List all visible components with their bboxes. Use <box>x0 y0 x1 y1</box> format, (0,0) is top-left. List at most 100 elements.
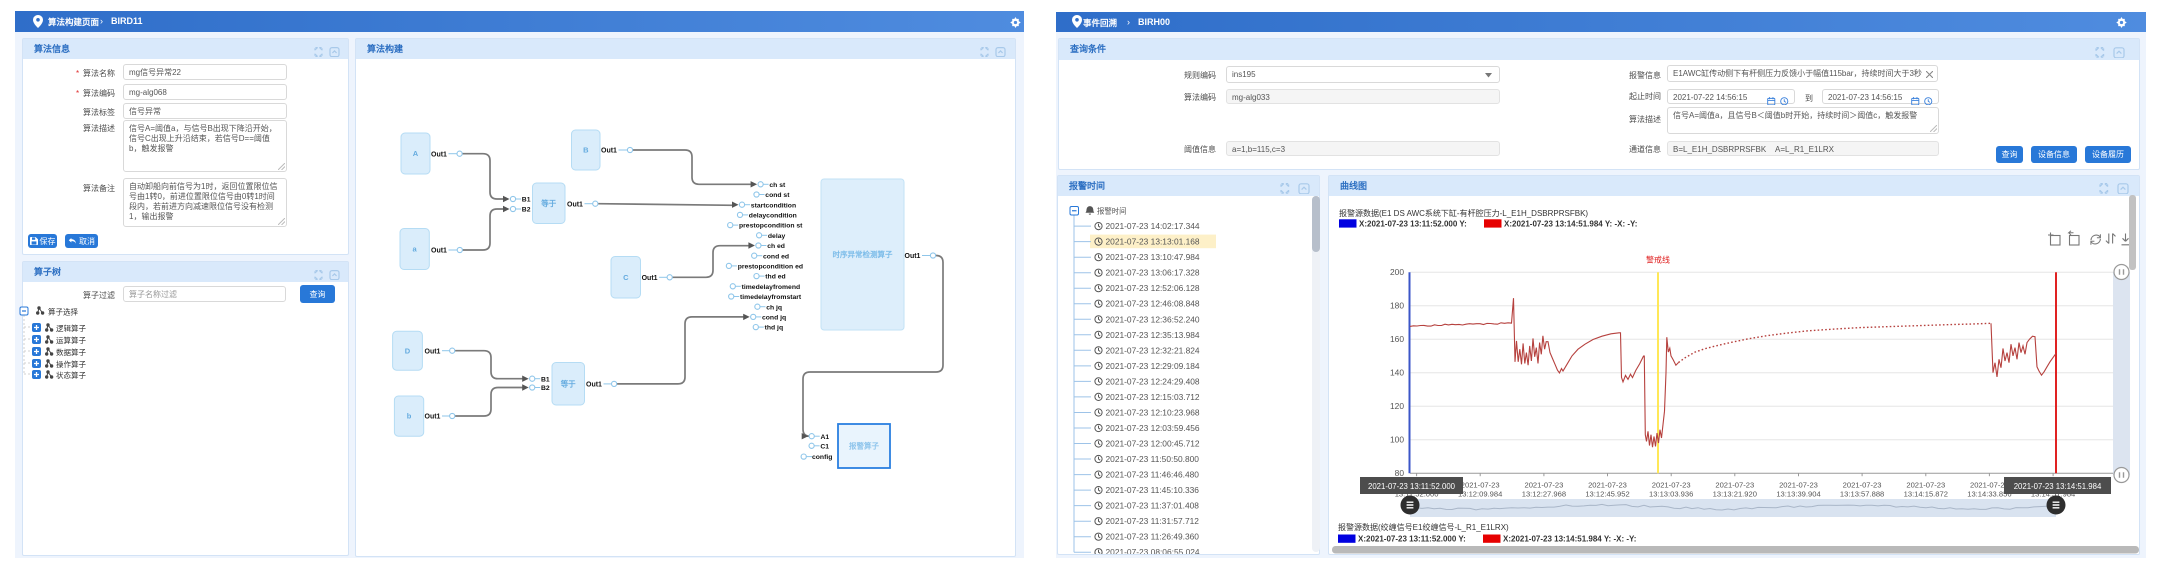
svg-text:13:13:21.920: 13:13:21.920 <box>1713 490 1757 499</box>
svg-text:Out1: Out1 <box>905 253 921 260</box>
svg-text:Out1: Out1 <box>431 151 447 158</box>
svg-text:13:12:27.968: 13:12:27.968 <box>1522 490 1566 499</box>
svg-text:2021-07-23 13:10:47.984: 2021-07-23 13:10:47.984 <box>1106 252 1200 262</box>
svg-text:B: B <box>583 146 589 155</box>
svg-text:状态算子: 状态算子 <box>56 370 86 380</box>
svg-text:100: 100 <box>1390 435 1404 445</box>
svg-text:13:12:45.952: 13:12:45.952 <box>1585 490 1629 499</box>
svg-text:delaycondition: delaycondition <box>749 213 797 220</box>
svg-text:2021-07-23: 2021-07-23 <box>1779 481 1818 490</box>
svg-text:13:14:15.872: 13:14:15.872 <box>1904 490 1948 499</box>
svg-text:Out1: Out1 <box>642 275 658 282</box>
svg-text:操作算子: 操作算子 <box>56 359 86 369</box>
svg-text:Out1: Out1 <box>425 414 441 421</box>
svg-text:C: C <box>623 273 629 282</box>
svg-text:X:2021-07-23 13:14:51.984 Y:: X:2021-07-23 13:14:51.984 Y: -X: -Y: <box>1503 535 1636 544</box>
svg-text:2021-07-23 11:45:10.336: 2021-07-23 11:45:10.336 <box>1106 485 1200 495</box>
svg-text:B2: B2 <box>522 207 531 214</box>
svg-text:数据算子: 数据算子 <box>56 347 86 357</box>
svg-text:2021-07-23: 2021-07-23 <box>1843 481 1882 490</box>
svg-text:报警源数据(绞缠信号E1绞缠信号-L_R1_E1LRX): 报警源数据(绞缠信号E1绞缠信号-L_R1_E1LRX) <box>1338 522 1509 532</box>
svg-text:160: 160 <box>1390 334 1404 344</box>
svg-text:config: config <box>812 454 832 461</box>
svg-text:2021-07-23 11:50:50.800: 2021-07-23 11:50:50.800 <box>1106 454 1200 464</box>
svg-text:delay: delay <box>768 233 786 240</box>
svg-text:2021-07-23: 2021-07-23 <box>1461 481 1500 490</box>
svg-text:13:13:03.936: 13:13:03.936 <box>1649 490 1693 499</box>
svg-text:200: 200 <box>1390 267 1404 277</box>
svg-text:ch st: ch st <box>769 182 786 189</box>
svg-text:2021-07-23: 2021-07-23 <box>1715 481 1754 490</box>
svg-text:13:13:57.888: 13:13:57.888 <box>1840 490 1884 499</box>
svg-text:2021-07-23: 2021-07-23 <box>1652 481 1691 490</box>
svg-text:2021-07-23 13:06:17.328: 2021-07-23 13:06:17.328 <box>1106 268 1200 278</box>
svg-text:2021-07-23 11:37:01.408: 2021-07-23 11:37:01.408 <box>1106 501 1200 511</box>
svg-text:2021-07-23 12:32:21.824: 2021-07-23 12:32:21.824 <box>1106 345 1200 355</box>
svg-text:算子选择: 算子选择 <box>48 307 78 317</box>
svg-text:ch ed: ch ed <box>767 243 785 250</box>
svg-text:2021-07-23 12:00:45.712: 2021-07-23 12:00:45.712 <box>1106 439 1200 449</box>
svg-text:cond jq: cond jq <box>762 315 786 322</box>
svg-text:D: D <box>405 346 411 355</box>
svg-text:ch jq: ch jq <box>766 304 782 311</box>
svg-text:thd ed: thd ed <box>765 274 785 281</box>
svg-text:时序异常检测算子: 时序异常检测算子 <box>833 249 893 259</box>
svg-text:prestopcondition ed: prestopcondition ed <box>738 264 803 271</box>
svg-text:警戒线: 警戒线 <box>1646 255 1670 265</box>
svg-text:timedelayfromstart: timedelayfromstart <box>740 294 802 301</box>
svg-text:2021-07-23: 2021-07-23 <box>1524 481 1563 490</box>
svg-text:2021-07-23 12:29:09.184: 2021-07-23 12:29:09.184 <box>1106 361 1200 371</box>
svg-text:180: 180 <box>1390 301 1404 311</box>
svg-text:A1: A1 <box>821 434 830 441</box>
svg-text:报警源数据(E1 DS AWC系统下缸-有杆腔压力-L_E1: 报警源数据(E1 DS AWC系统下缸-有杆腔压力-L_E1H_DSBRPRSF… <box>1339 208 1588 218</box>
svg-text:等于: 等于 <box>561 378 576 388</box>
svg-text:逻辑算子: 逻辑算子 <box>56 323 86 333</box>
svg-text:X:2021-07-23 13:11:52.000 Y:: X:2021-07-23 13:11:52.000 Y: <box>1358 535 1466 544</box>
svg-text:2021-07-23 12:24:29.408: 2021-07-23 12:24:29.408 <box>1106 376 1200 386</box>
svg-text:prestopcondition st: prestopcondition st <box>739 223 803 230</box>
svg-text:2021-07-23 13:11:52.000: 2021-07-23 13:11:52.000 <box>1368 482 1456 491</box>
svg-text:2021-07-23 12:36:52.240: 2021-07-23 12:36:52.240 <box>1106 314 1200 324</box>
svg-text:2021-07-23 11:31:57.712: 2021-07-23 11:31:57.712 <box>1106 516 1200 526</box>
svg-text:2021-07-23: 2021-07-23 <box>1588 481 1627 490</box>
svg-text:Out1: Out1 <box>586 382 602 389</box>
svg-text:B1: B1 <box>522 197 531 204</box>
svg-text:2021-07-23 14:02:17.344: 2021-07-23 14:02:17.344 <box>1106 221 1200 231</box>
svg-text:运算算子: 运算算子 <box>56 335 86 345</box>
svg-text:B2: B2 <box>541 385 550 392</box>
svg-text:120: 120 <box>1390 401 1404 411</box>
svg-text:2021-07-23 12:52:06.128: 2021-07-23 12:52:06.128 <box>1106 283 1200 293</box>
svg-text:B1: B1 <box>541 376 550 383</box>
svg-text:2021-07-23 12:15:03.712: 2021-07-23 12:15:03.712 <box>1106 392 1200 402</box>
svg-text:X:2021-07-23 13:14:51.984 Y:: X:2021-07-23 13:14:51.984 Y: -X: -Y: <box>1504 220 1637 229</box>
svg-text:等于: 等于 <box>541 198 556 208</box>
svg-text:cond ed: cond ed <box>763 253 789 260</box>
svg-text:2021-07-23: 2021-07-23 <box>1970 481 2009 490</box>
svg-text:Out1: Out1 <box>431 248 447 255</box>
svg-text:140: 140 <box>1390 368 1404 378</box>
svg-text:2021-07-23 13:13:01.168: 2021-07-23 13:13:01.168 <box>1106 237 1200 247</box>
svg-text:报警算子: 报警算子 <box>849 441 879 451</box>
svg-text:2021-07-23 11:26:49.360: 2021-07-23 11:26:49.360 <box>1106 532 1200 542</box>
svg-text:b: b <box>407 412 412 421</box>
svg-text:2021-07-23 12:10:23.968: 2021-07-23 12:10:23.968 <box>1106 408 1200 418</box>
svg-text:startcondition: startcondition <box>751 202 796 209</box>
svg-text:2021-07-23 13:14:51.984: 2021-07-23 13:14:51.984 <box>2014 482 2102 491</box>
svg-text:13:12:09.984: 13:12:09.984 <box>1458 490 1502 499</box>
svg-text:Out1: Out1 <box>425 348 441 355</box>
svg-text:2021-07-23 12:46:08.848: 2021-07-23 12:46:08.848 <box>1106 299 1200 309</box>
svg-text:cond st: cond st <box>765 192 790 199</box>
svg-text:报警时间: 报警时间 <box>1097 207 1127 216</box>
svg-text:Out1: Out1 <box>567 201 583 208</box>
svg-text:2021-07-23: 2021-07-23 <box>1906 481 1945 490</box>
svg-text:thd jq: thd jq <box>765 325 784 332</box>
svg-text:2021-07-23 12:35:13.984: 2021-07-23 12:35:13.984 <box>1106 330 1200 340</box>
svg-text:Out1: Out1 <box>601 148 617 155</box>
svg-text:A: A <box>413 149 419 158</box>
svg-text:80: 80 <box>1395 468 1405 478</box>
svg-text:2021-07-23 08:06:55.024: 2021-07-23 08:06:55.024 <box>1106 547 1200 554</box>
svg-text:timedelayfromend: timedelayfromend <box>742 284 801 291</box>
svg-text:2021-07-23 12:03:59.456: 2021-07-23 12:03:59.456 <box>1106 423 1200 433</box>
svg-text:X:2021-07-23 13:11:52.000 Y:: X:2021-07-23 13:11:52.000 Y: <box>1359 220 1467 229</box>
svg-text:13:13:39.904: 13:13:39.904 <box>1776 490 1820 499</box>
